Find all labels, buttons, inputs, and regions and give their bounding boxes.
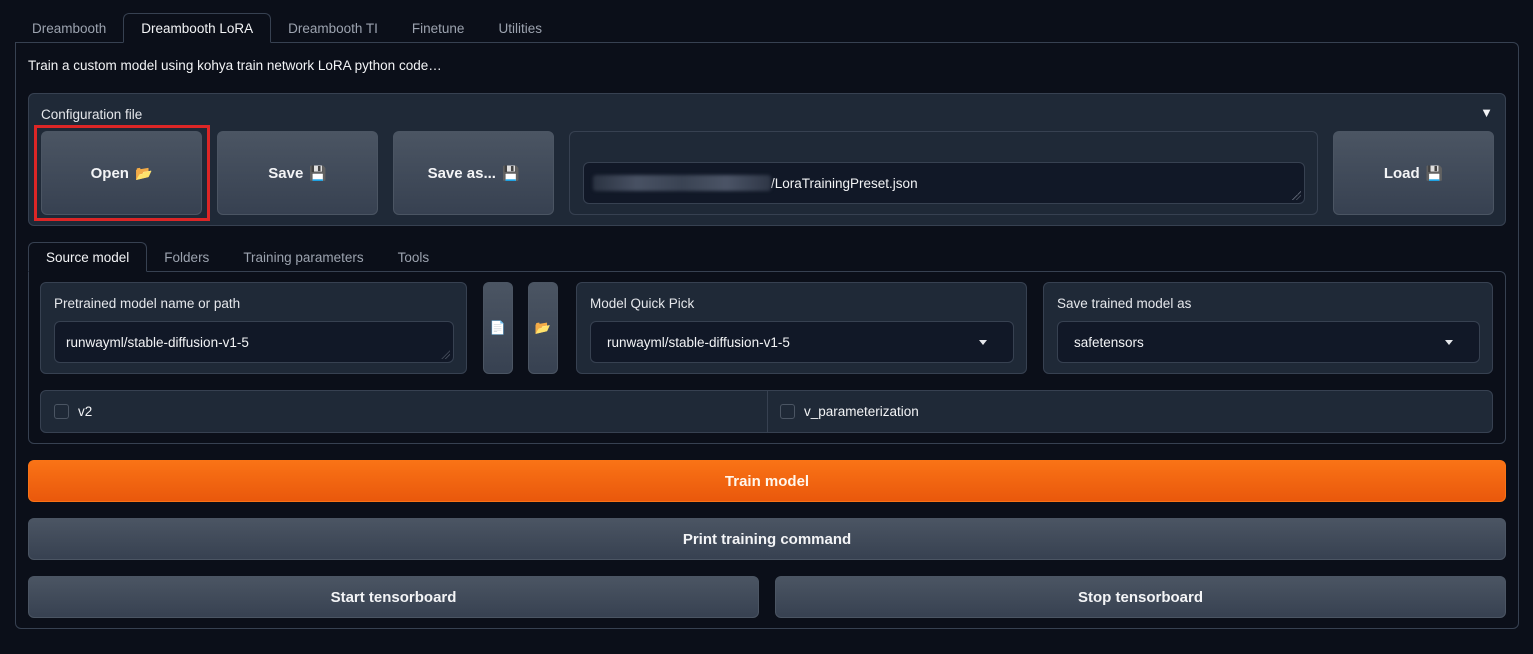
model-quick-pick-group: Model Quick Pick runwayml/stable-diffusi… — [576, 282, 1027, 374]
resize-grip-icon[interactable] — [1292, 191, 1301, 200]
model-quick-pick-label: Model Quick Pick — [590, 296, 695, 311]
page-description: Train a custom model using kohya train n… — [28, 58, 442, 73]
save-as-config-button[interactable]: Save as... 💾 — [393, 131, 554, 215]
tab-dreambooth-lora[interactable]: Dreambooth LoRA — [123, 13, 272, 43]
save-model-as-group: Save trained model as safetensors — [1043, 282, 1493, 374]
save-model-as-dropdown[interactable]: safetensors — [1057, 321, 1480, 363]
pretrained-model-value: runwayml/stable-diffusion-v1-5 — [66, 334, 249, 350]
tab-training-parameters[interactable]: Training parameters — [226, 242, 380, 272]
v2-label: v2 — [78, 404, 93, 419]
folder-icon: 📂 — [534, 320, 552, 335]
model-quick-pick-dropdown[interactable]: runwayml/stable-diffusion-v1-5 — [590, 321, 1014, 363]
v-parameterization-checkbox[interactable]: v_parameterization — [780, 391, 919, 432]
floppy-disk-icon: 💾 — [501, 164, 520, 181]
select-file-button[interactable]: 📄 — [483, 282, 513, 374]
checkbox-icon[interactable] — [54, 404, 69, 419]
save-model-as-value: safetensors — [1074, 334, 1144, 350]
model-options-row: v2 v_parameterization — [40, 390, 1493, 433]
tab-folders[interactable]: Folders — [147, 242, 226, 272]
load-config-button[interactable]: Load 💾 — [1333, 131, 1494, 215]
sub-tab-bar: Source model Folders Training parameters… — [28, 242, 446, 272]
select-folder-button[interactable]: 📂 — [528, 282, 558, 374]
floppy-disk-icon: 💾 — [1425, 164, 1444, 181]
save-as-button-label: Save as... — [427, 164, 496, 182]
load-button-label: Load — [1383, 164, 1420, 182]
start-tensorboard-button[interactable]: Start tensorboard — [28, 576, 759, 618]
tab-dreambooth-ti[interactable]: Dreambooth TI — [271, 13, 395, 43]
pretrained-model-label: Pretrained model name or path — [54, 296, 241, 311]
save-button-label: Save — [268, 164, 304, 182]
file-icon: 📄 — [489, 320, 507, 335]
config-file-section: Configuration file ▼ Open 📂 Save 💾 Save … — [28, 93, 1506, 226]
tab-source-model[interactable]: Source model — [28, 242, 148, 272]
config-file-path-text: /LoraTrainingPreset.json — [771, 175, 918, 191]
save-model-as-label: Save trained model as — [1057, 296, 1192, 311]
tab-finetune[interactable]: Finetune — [395, 13, 482, 43]
open-button-label: Open — [90, 164, 129, 182]
tab-utilities[interactable]: Utilities — [481, 13, 559, 43]
save-config-button[interactable]: Save 💾 — [217, 131, 378, 215]
chevron-down-icon — [979, 340, 987, 345]
v-parameterization-label: v_parameterization — [804, 404, 919, 419]
top-tab-bar: Dreambooth Dreambooth LoRA Dreambooth TI… — [15, 13, 559, 43]
tab-tools[interactable]: Tools — [381, 242, 447, 272]
open-config-button[interactable]: Open 📂 — [41, 131, 202, 215]
config-section-title: Configuration file — [41, 107, 143, 122]
redacted-path-prefix — [593, 175, 771, 191]
print-training-command-button[interactable]: Print training command — [28, 518, 1506, 560]
pretrained-model-input[interactable]: runwayml/stable-diffusion-v1-5 — [54, 321, 454, 363]
v2-checkbox[interactable]: v2 — [54, 391, 92, 432]
floppy-disk-icon: 💾 — [309, 164, 327, 181]
config-file-path-input[interactable]: /LoraTrainingPreset.json — [583, 162, 1305, 204]
divider — [767, 391, 768, 432]
model-quick-pick-value: runwayml/stable-diffusion-v1-5 — [607, 334, 790, 350]
config-path-group: /LoraTrainingPreset.json — [569, 131, 1318, 215]
collapse-arrow-icon[interactable]: ▼ — [1480, 105, 1493, 120]
checkbox-icon[interactable] — [780, 404, 795, 419]
stop-tensorboard-button[interactable]: Stop tensorboard — [775, 576, 1506, 618]
train-model-button[interactable]: Train model — [28, 460, 1506, 502]
chevron-down-icon — [1445, 340, 1453, 345]
folder-open-icon: 📂 — [134, 164, 153, 181]
resize-grip-icon[interactable] — [441, 350, 450, 359]
pretrained-model-group: Pretrained model name or path runwayml/s… — [40, 282, 467, 374]
tab-dreambooth[interactable]: Dreambooth — [15, 13, 123, 43]
